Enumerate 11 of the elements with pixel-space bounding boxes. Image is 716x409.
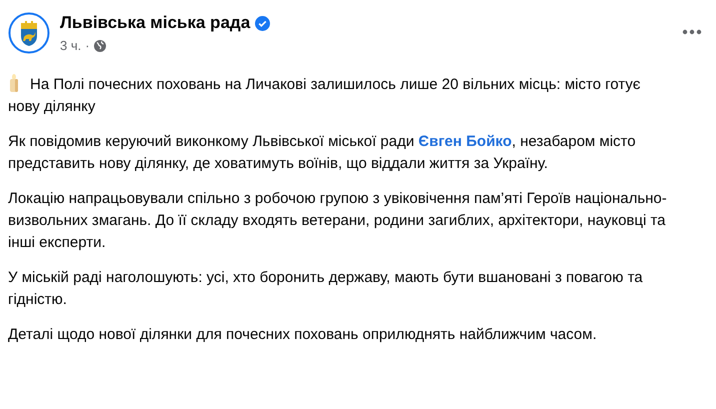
- coat-of-arms-avatar[interactable]: [8, 12, 50, 54]
- post-paragraph: На Полі почесних поховань на Личакові залишилось лише 20 вільних місць: місто готує нову ділянку: [8, 74, 642, 116]
- post-paragraph: Як повідомив керуючий виконкому Львівської міської ради Євген Бойко, незабаром місто представить нову ділянку, де ховатимуть воїнів, що віддали життя за Україну.: [8, 132, 637, 174]
- post-paragraph: У міській раді наголошують: усі, хто боронить державу, мають бути вшановані з повагою та гідністю.: [8, 268, 644, 310]
- author-name[interactable]: Львівська міська рада: [60, 12, 250, 34]
- post-time[interactable]: 3 ч.: [60, 36, 82, 56]
- post-paragraph: Локацію напрацьовували спільно з робочою групою з увіковічення пам’яті Героїв національно-визвольних змагань. До її складу входять ветерани, родини загиблих, архітектори, науковці та інші експерти.: [8, 188, 668, 252]
- post-paragraph: Деталі щодо нової ділянки для почесних поховань оприлюднять найближчим часом.: [8, 324, 598, 344]
- person-link[interactable]: Євген Бойко: [418, 132, 512, 150]
- separator-dot: ·: [85, 37, 90, 55]
- more-options-icon[interactable]: [682, 29, 702, 35]
